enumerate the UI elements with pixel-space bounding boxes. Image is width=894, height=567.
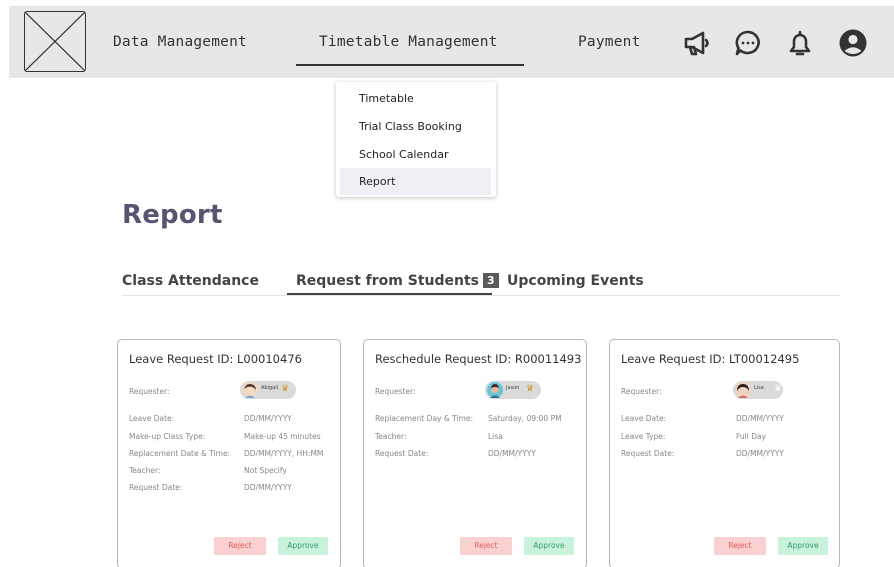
logo-placeholder-icon[interactable]	[24, 11, 86, 72]
nav-timetable-management[interactable]: Timetable Management	[319, 34, 498, 50]
menu-item-report[interactable]: Report	[340, 168, 491, 195]
requester-name: Lisa	[754, 385, 764, 391]
row-value: DD/MM/YYYY, HH:MM	[244, 449, 324, 458]
reject-button[interactable]: Reject	[714, 537, 766, 555]
megaphone-icon[interactable]	[682, 28, 712, 58]
row-label: Leave Date:	[129, 414, 175, 423]
row-value: DD/MM/YYYY	[488, 449, 536, 458]
request-card: Leave Request ID: L00010476 Requester: A…	[117, 339, 341, 567]
row-label: Teacher:	[129, 466, 161, 475]
row-label: Leave Type:	[621, 432, 666, 441]
tabs-divider	[122, 295, 840, 296]
requester-label: Requester:	[621, 387, 662, 396]
row-value: Make-up 45 minutes	[244, 432, 321, 441]
row-label: Replacement Date & Time:	[129, 449, 231, 458]
request-card: Reschedule Request ID: R00011493 Request…	[363, 339, 587, 567]
user-account-icon[interactable]	[838, 28, 868, 58]
timetable-dropdown-menu: Timetable Trial Class Booking School Cal…	[336, 82, 496, 197]
requester-name: Jason	[506, 385, 520, 391]
crown-icon: ♛	[526, 384, 535, 394]
reject-button[interactable]: Reject	[214, 537, 266, 555]
avatar	[735, 382, 751, 398]
approve-button[interactable]: Approve	[524, 537, 574, 555]
row-value: Saturday, 09:00 PM	[488, 414, 562, 423]
requester-label: Requester:	[375, 387, 416, 396]
tab-label: Request from Students	[296, 273, 479, 289]
bell-icon[interactable]	[785, 28, 815, 58]
card-title: Leave Request ID: LT00012495	[621, 352, 800, 366]
menu-item-school-calendar[interactable]: School Calendar	[336, 141, 496, 168]
tab-request-from-students[interactable]: Request from Students 3	[296, 273, 499, 289]
row-label: Request Date:	[621, 449, 675, 458]
requester-label: Requester:	[129, 387, 170, 396]
avatar	[487, 382, 503, 398]
nav-payment[interactable]: Payment	[578, 34, 641, 50]
reject-button[interactable]: Reject	[460, 537, 512, 555]
row-label: Leave Date:	[621, 414, 667, 423]
menu-item-trial-class-booking[interactable]: Trial Class Booking	[336, 113, 496, 140]
tab-upcoming-events[interactable]: Upcoming Events	[507, 273, 644, 289]
row-value: DD/MM/YYYY	[736, 414, 784, 423]
requester-chip[interactable]: Abigail ♛	[240, 381, 296, 399]
row-value: DD/MM/YYYY	[244, 483, 292, 492]
approve-button[interactable]: Approve	[778, 537, 828, 555]
row-label: Make-up Class Type:	[129, 432, 206, 441]
card-title: Reschedule Request ID: R00011493	[375, 352, 582, 366]
row-label: Teacher:	[375, 432, 407, 441]
tab-active-underline	[287, 293, 492, 295]
row-label: Replacement Day & Time:	[375, 414, 473, 423]
nav-active-underline	[296, 64, 524, 66]
chat-bubble-icon[interactable]	[733, 28, 763, 58]
requester-name: Abigail	[261, 385, 278, 391]
page-title: Report	[122, 200, 223, 230]
row-value: DD/MM/YYYY	[736, 449, 784, 458]
requester-chip[interactable]: Lisa ♛	[733, 381, 783, 399]
nav-data-management[interactable]: Data Management	[113, 34, 247, 50]
row-label: Request Date:	[375, 449, 429, 458]
row-value: Not Specify	[244, 466, 287, 475]
row-label: Request Date:	[129, 483, 183, 492]
avatar	[242, 382, 258, 398]
crown-icon: ♛	[281, 384, 290, 394]
request-card: Leave Request ID: LT00012495 Requester: …	[609, 339, 840, 567]
tab-class-attendance[interactable]: Class Attendance	[122, 273, 259, 289]
row-value: Lisa	[488, 432, 503, 441]
count-badge: 3	[482, 273, 499, 288]
menu-item-timetable[interactable]: Timetable	[336, 85, 496, 112]
row-value: DD/MM/YYYY	[244, 414, 292, 423]
row-value: Full Day	[736, 432, 767, 441]
card-title: Leave Request ID: L00010476	[129, 352, 302, 366]
crown-icon: ♛	[774, 384, 783, 394]
requester-chip[interactable]: Jason ♛	[485, 381, 541, 399]
approve-button[interactable]: Approve	[278, 537, 328, 555]
